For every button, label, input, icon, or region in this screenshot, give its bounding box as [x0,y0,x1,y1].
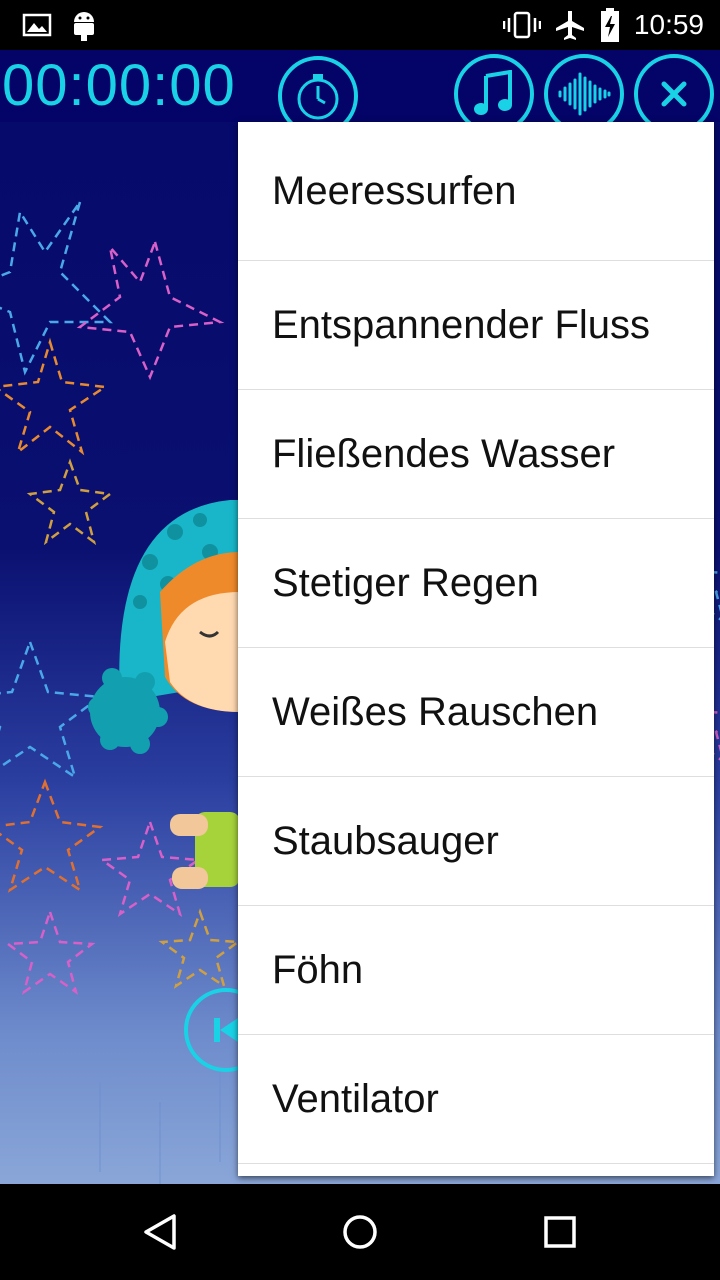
menu-item-foehn[interactable]: Föhn [238,906,714,1035]
menu-item-staubsauger[interactable]: Staubsauger [238,777,714,906]
home-button[interactable] [320,1184,400,1280]
back-button[interactable] [120,1184,200,1280]
timer-display: 00:00:00 [2,53,236,118]
menu-item-entspannender-fluss[interactable]: Entspannender Fluss [238,261,714,390]
back-icon [144,1214,176,1250]
home-icon [343,1215,377,1249]
android-icon [66,0,102,50]
menu-item-meeressurfen[interactable]: Meeressurfen [238,122,714,261]
battery-charging-icon [598,0,622,50]
close-icon [661,81,687,107]
menu-item-ventilator[interactable]: Ventilator [238,1035,714,1164]
sound-menu: Meeressurfen Entspannender Fluss Fließen… [238,122,714,1176]
music-note-icon [474,70,512,115]
stopwatch-icon [297,74,339,120]
sound-wave-icon [558,72,611,116]
menu-item-weisses-rauschen[interactable]: Weißes Rauschen [238,648,714,777]
airplane-icon [552,0,588,50]
vibrate-icon [502,0,542,50]
status-bar: 10:59 [0,0,720,50]
gallery-icon [20,0,54,50]
status-clock: 10:59 [633,9,704,40]
menu-item-fliessendes-wasser[interactable]: Fließendes Wasser [238,390,714,519]
recents-button[interactable] [520,1184,600,1280]
menu-item-stetiger-regen[interactable]: Stetiger Regen [238,519,714,648]
navigation-bar [0,1184,720,1280]
recents-icon [544,1216,576,1248]
